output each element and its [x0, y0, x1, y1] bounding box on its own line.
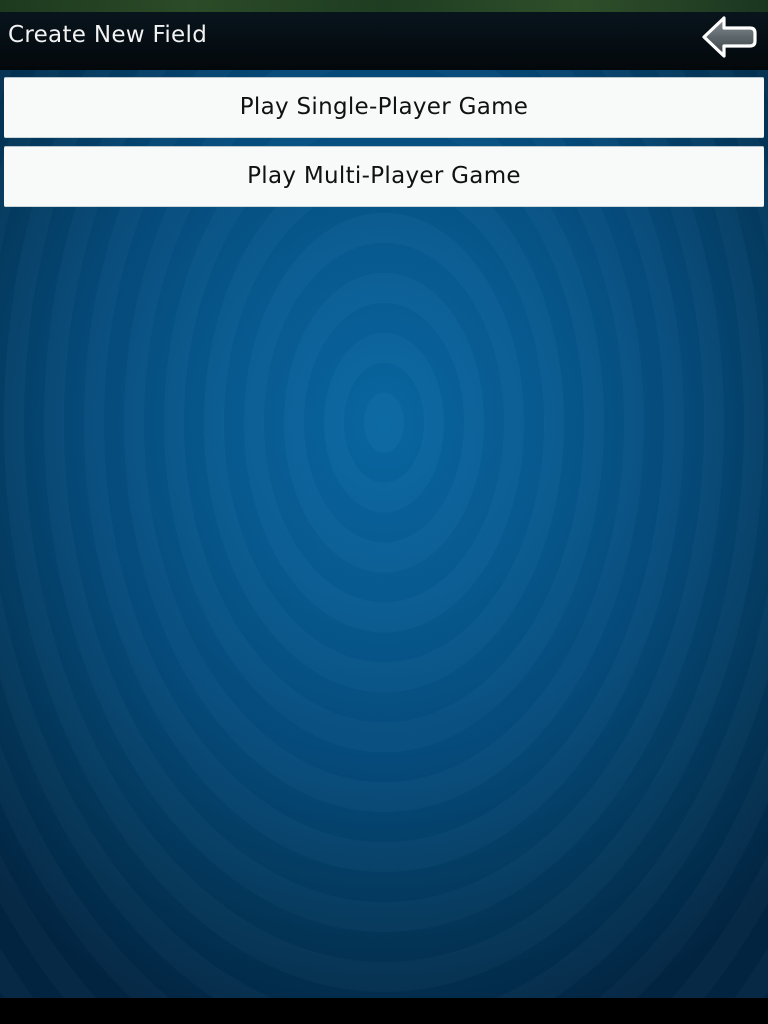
back-arrow-icon — [702, 16, 757, 58]
header-bar: Create New Field — [0, 12, 768, 70]
play-multi-player-button[interactable]: Play Multi-Player Game — [4, 146, 764, 207]
page-title: Create New Field — [8, 22, 208, 48]
play-single-player-button[interactable]: Play Single-Player Game — [4, 77, 764, 138]
app-screen: Create New Field Play Single-Player Game… — [0, 0, 768, 1024]
top-banner-strip — [0, 0, 768, 12]
bottom-bar — [0, 998, 768, 1024]
content-area: Play Single-Player Game Play Multi-Playe… — [0, 70, 768, 998]
back-button[interactable] — [700, 14, 758, 60]
